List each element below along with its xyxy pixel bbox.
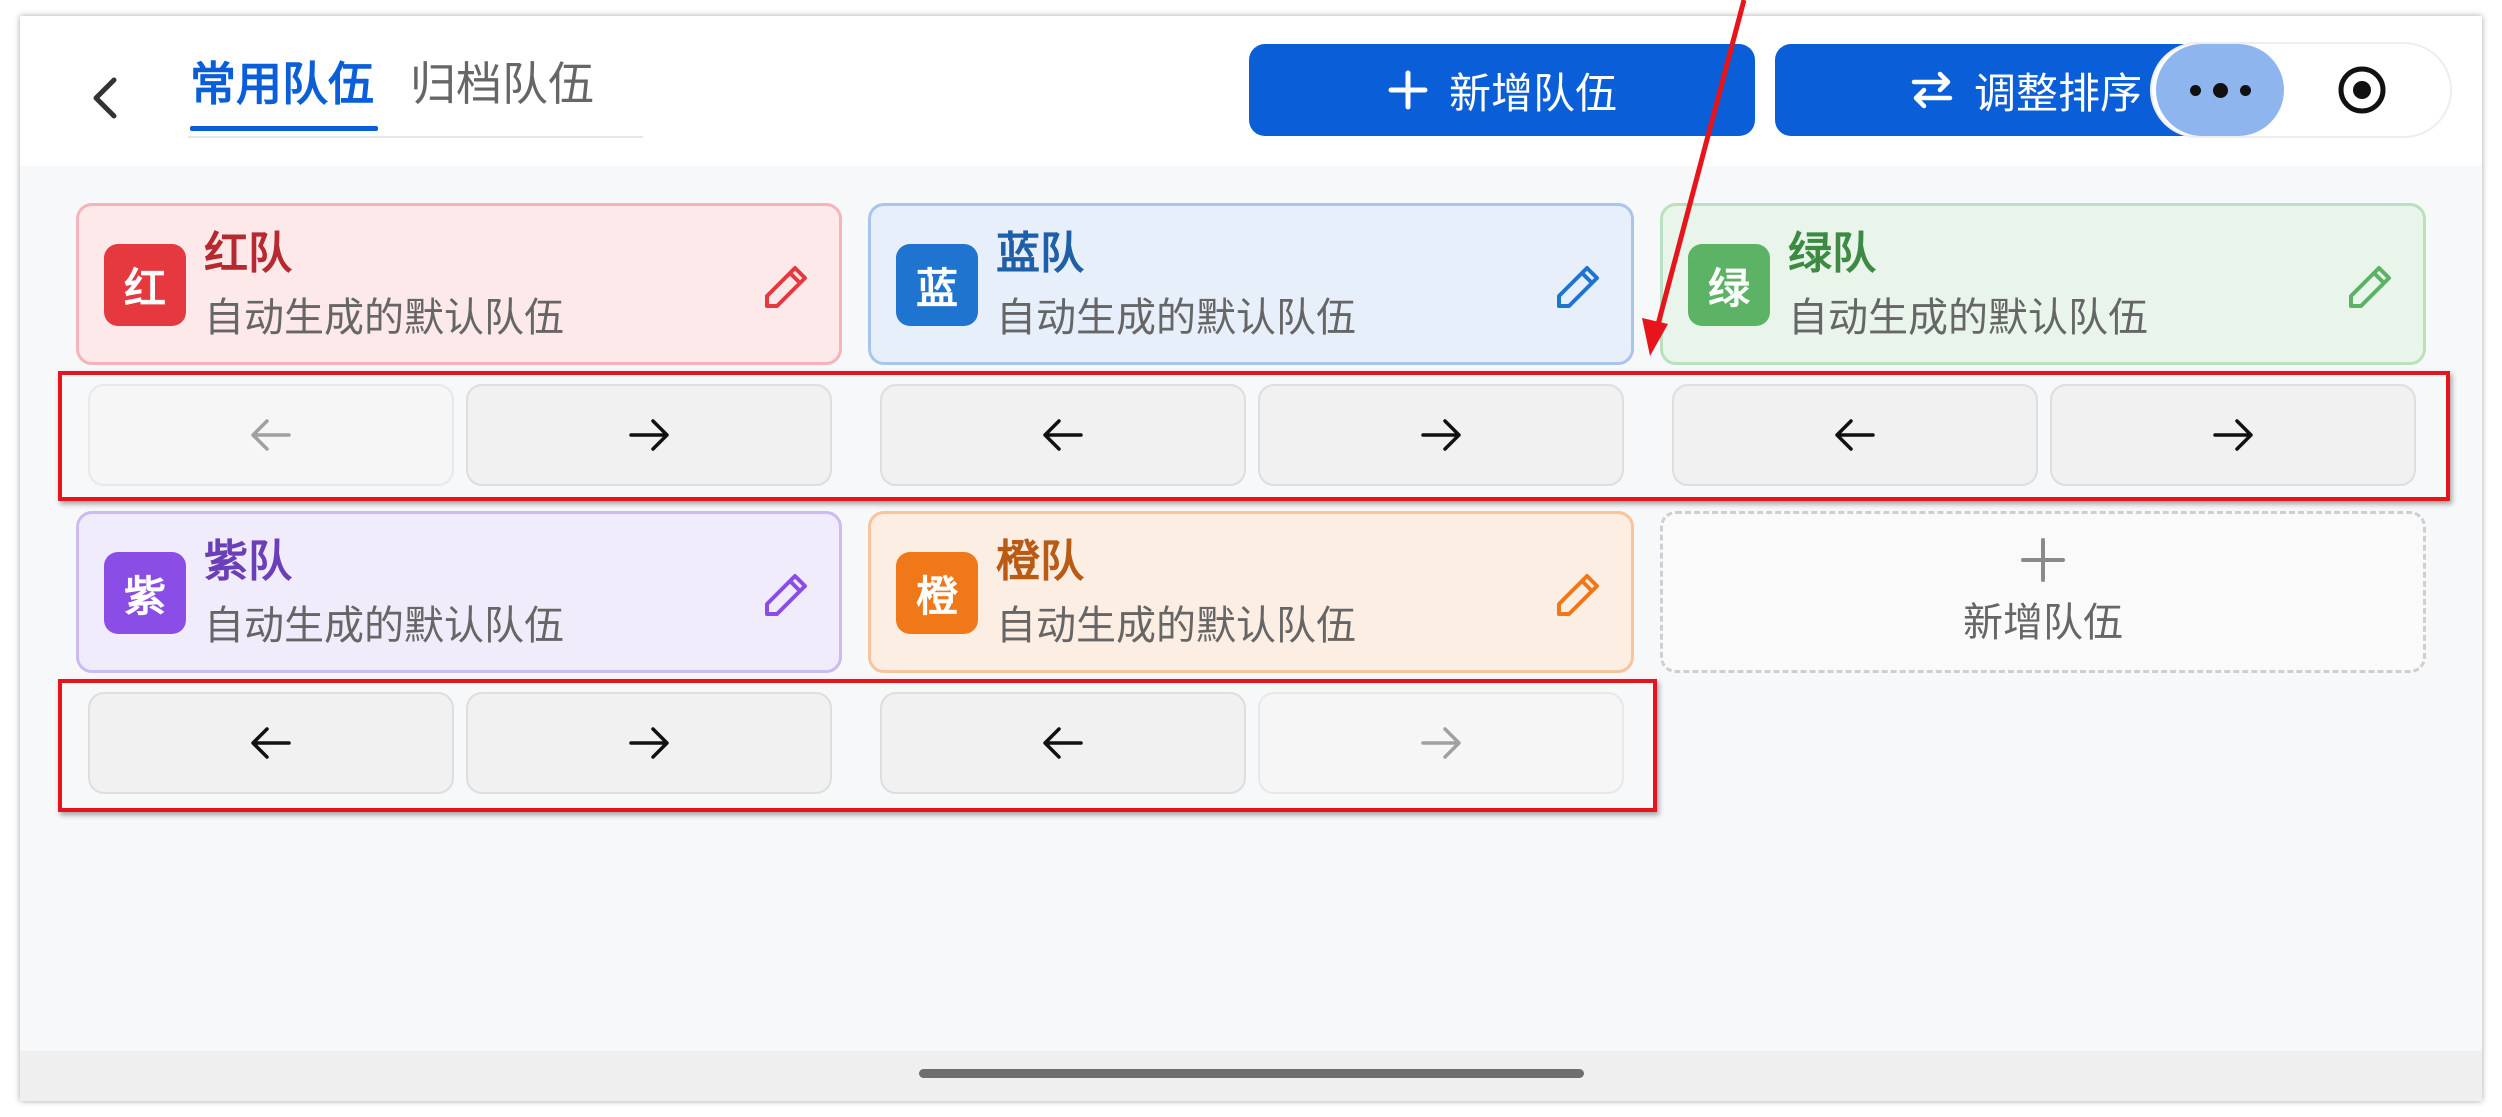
active-tab-indicator [190,126,378,131]
reorder-label: 调整排序 [1974,68,2143,118]
team-name: 红队 [204,228,292,279]
team-badge: 橙 [896,552,978,634]
team-description: 自动生成的默认队伍 [204,295,564,341]
annotation-arrow [1642,0,1747,356]
team-badge: 紫 [104,552,186,634]
highlight-box-row2 [58,679,1657,812]
pencil-icon [1557,266,1599,308]
pencil-icon [765,266,807,308]
app-window: 常用队伍 归档队伍 新增队伍 调整排序 红 红队 自动生成的默认队伍 蓝 蓝队 … [20,16,2482,1101]
team-name: 橙队 [996,536,1084,587]
team-description: 自动生成的默认队伍 [1788,295,2148,341]
pencil-icon [1557,574,1599,616]
more-button[interactable] [2156,44,2284,136]
team-card-red[interactable]: 红 红队 自动生成的默认队伍 [76,203,842,365]
add-team-card[interactable]: 新增队伍 [1660,511,2426,673]
team-name: 紫队 [204,536,292,587]
edit-team-button[interactable] [1547,256,1609,318]
pencil-icon [765,574,807,616]
team-card-orange[interactable]: 橙 橙队 自动生成的默认队伍 [868,511,1634,673]
more-dots-icon [2184,82,2257,98]
edit-team-button[interactable] [1547,564,1609,626]
pencil-icon [2349,266,2391,308]
chevron-left-icon [93,77,117,119]
back-button[interactable] [66,58,146,138]
plus-icon [1387,69,1429,111]
team-name: 蓝队 [996,228,1084,279]
team-card-green[interactable]: 绿 绿队 自动生成的默认队伍 [1660,203,2426,365]
top-bar: 常用队伍 归档队伍 新增队伍 调整排序 [20,16,2482,166]
tab-common-teams[interactable]: 常用队伍 [190,56,374,112]
team-description: 自动生成的默认队伍 [204,603,564,649]
edit-team-button[interactable] [2339,256,2401,318]
tab-bar: 常用队伍 归档队伍 [188,16,643,138]
team-card-blue[interactable]: 蓝 蓝队 自动生成的默认队伍 [868,203,1634,365]
home-indicator [919,1069,1584,1078]
edit-team-button[interactable] [755,564,817,626]
edit-team-button[interactable] [755,256,817,318]
tab-archived-teams[interactable]: 归档队伍 [410,56,594,112]
plus-icon [2021,538,2065,582]
swap-arrows-icon [1910,68,1954,112]
close-mini-program-button[interactable] [2330,58,2394,122]
highlight-box-row1 [58,371,2450,501]
team-card-purple[interactable]: 紫 紫队 自动生成的默认队伍 [76,511,842,673]
add-team-label: 新增队伍 [1448,68,1617,118]
team-badge: 蓝 [896,244,978,326]
team-badge: 红 [104,244,186,326]
target-icon [2338,66,2386,114]
team-description: 自动生成的默认队伍 [996,603,1356,649]
team-description: 自动生成的默认队伍 [996,295,1356,341]
add-team-card-label: 新增队伍 [1963,600,2123,646]
team-name: 绿队 [1788,228,1876,279]
